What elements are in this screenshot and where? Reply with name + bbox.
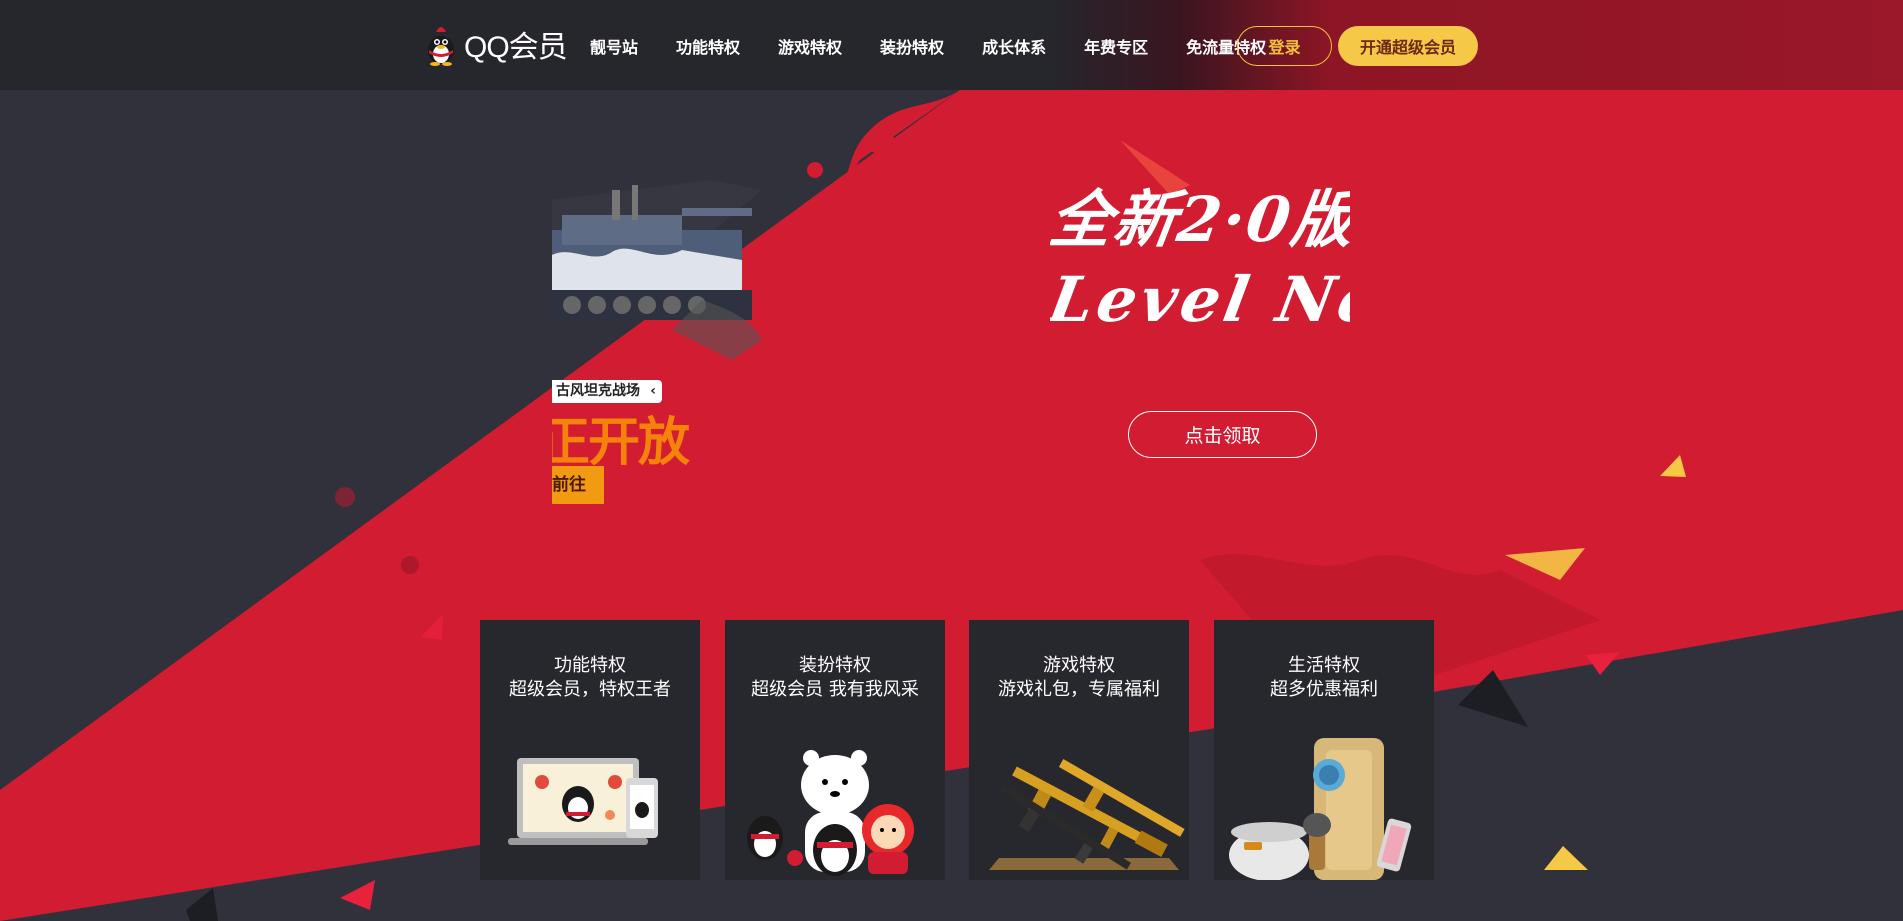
card-life-privilege[interactable]: 生活特权 超多优惠福利 (1214, 620, 1434, 880)
card-subtitle: 超级会员 我有我风采 (751, 679, 919, 700)
hero-title-line2: Level Ne (1050, 263, 1350, 336)
card-title: 生活特权 (1288, 655, 1360, 676)
tank-headline: 正开放 (552, 413, 690, 473)
cartoon-characters-icon (747, 750, 914, 876)
card-function-privilege[interactable]: 功能特权 超级会员，特权王者 (480, 620, 700, 880)
card-title: 功能特权 (554, 655, 626, 676)
claim-button[interactable]: 点击领取 (1128, 411, 1317, 458)
tank-go-button[interactable]: 前往 (552, 466, 604, 504)
nav-item-growth[interactable]: 成长体系 (982, 34, 1046, 58)
appliances-icon (1229, 738, 1412, 880)
card-subtitle: 超多优惠福利 (1270, 679, 1378, 700)
top-header: QQ会员 靓号站 功能特权 游戏特权 装扮特权 成长体系 年费专区 免流量特权 … (0, 0, 1903, 90)
card-title: 装扮特权 (799, 655, 871, 676)
hero-background (0, 0, 1903, 921)
card-title: 游戏特权 (1043, 655, 1115, 676)
open-svip-button[interactable]: 开通超级会员 (1338, 26, 1478, 66)
nav-item-dress[interactable]: 装扮特权 (880, 34, 944, 58)
login-button[interactable]: 登录 (1237, 26, 1332, 66)
hero-title: 全新2·0版 Level Ne (1050, 180, 1350, 350)
nav-item-game[interactable]: 游戏特权 (778, 34, 842, 58)
card-subtitle: 超级会员，特权王者 (509, 679, 671, 700)
card-dress-privilege[interactable]: 装扮特权 超级会员 我有我风采 (725, 620, 945, 880)
card-game-privilege[interactable]: 游戏特权 游戏礼包，专属福利 (969, 620, 1189, 880)
logo-text: QQ会员 (464, 31, 568, 64)
laptop-phone-icon (508, 758, 658, 845)
tank-image (552, 180, 762, 360)
qq-logo[interactable]: QQ会员 (424, 20, 568, 68)
main-nav: 靓号站 功能特权 游戏特权 装扮特权 成长体系 年费专区 免流量特权 (590, 34, 1304, 58)
nav-item-liang-hao[interactable]: 靓号站 (590, 34, 638, 58)
weapons-icon (989, 759, 1185, 870)
nav-item-function[interactable]: 功能特权 (676, 34, 740, 58)
card-subtitle: 游戏礼包，专属福利 (998, 679, 1160, 700)
tank-promo-banner[interactable]: 古风坦克战场 ‹ 正开放 前往 (552, 160, 762, 510)
qq-penguin-icon (428, 27, 454, 66)
hero-title-line1: 全新2·0版 (1050, 183, 1350, 256)
nav-item-annual[interactable]: 年费专区 (1084, 34, 1148, 58)
